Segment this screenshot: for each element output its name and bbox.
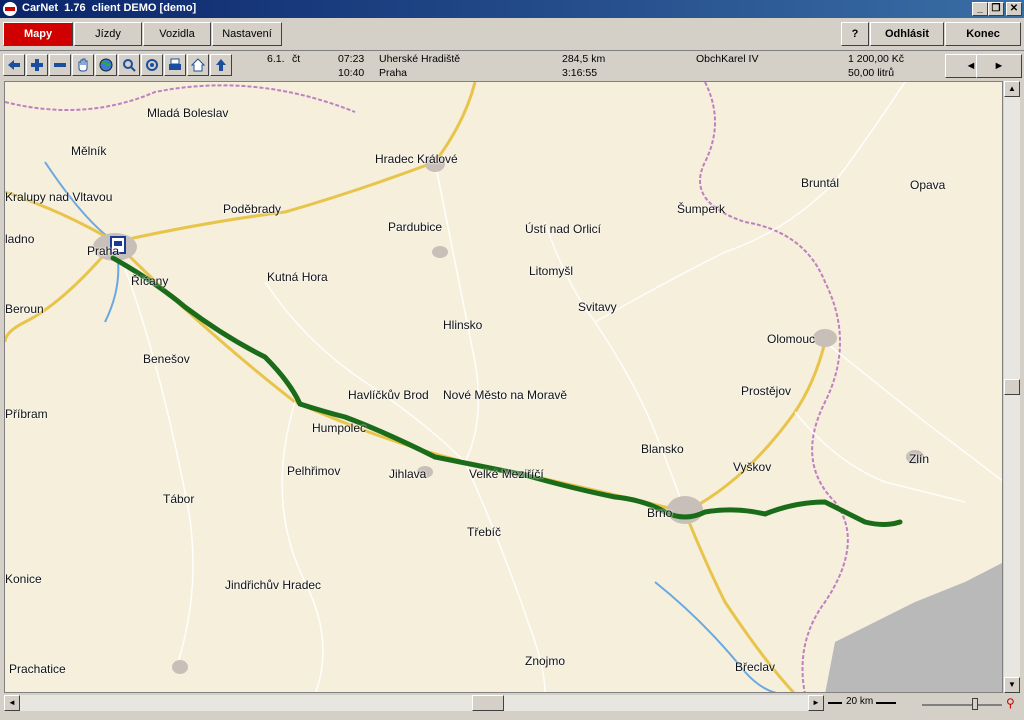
city-label: Praha [87, 244, 120, 258]
scale-line [828, 702, 842, 704]
magnifier-icon[interactable] [118, 54, 140, 76]
next-trip-button[interactable]: ► [976, 54, 1022, 78]
city-label: Kralupy nad Vltavou [5, 190, 113, 204]
trip-to: Praha [379, 67, 408, 79]
city-label: Zlín [909, 452, 930, 466]
logout-button[interactable]: Odhlásit [870, 22, 944, 46]
tab-nastaveni[interactable]: Nastavení [212, 22, 282, 46]
tab-jizdy[interactable]: Jízdy [74, 22, 142, 46]
zoom-slider-track[interactable] [922, 704, 1002, 706]
city-label: Šumperk [677, 202, 726, 216]
title-bar: CarNet 1.76 client DEMO [demo] _ ❐ ✕ [0, 0, 1024, 18]
hand-icon[interactable] [72, 54, 94, 76]
city-label: Opava [910, 178, 946, 192]
city-label: Říčany [131, 274, 169, 288]
zoom-in-icon[interactable] [26, 54, 48, 76]
city-label: Břeclav [735, 660, 776, 674]
map-view[interactable]: Mladá Boleslav Mělník Hradec Králové Kra… [4, 81, 1003, 693]
city-label: Ústí nad Orlicí [525, 222, 602, 236]
home-icon[interactable] [187, 54, 209, 76]
globe-icon[interactable] [95, 54, 117, 76]
arrow-up-icon[interactable] [210, 54, 232, 76]
city-label: Pelhřimov [287, 464, 341, 478]
city-label: Konice [5, 572, 42, 586]
target-icon[interactable] [141, 54, 163, 76]
city-label: Nové Město na Moravě [443, 388, 568, 402]
window-title: CarNet 1.76 client DEMO [demo] [22, 2, 197, 14]
city-label: Benešov [143, 352, 190, 366]
help-button[interactable]: ? [841, 22, 869, 46]
vertical-scroll-thumb[interactable] [1004, 379, 1020, 395]
city-label: Litomyšl [529, 264, 574, 278]
city-label: Poděbrady [223, 202, 282, 216]
city-label: Mladá Boleslav [147, 106, 229, 120]
horizontal-scrollbar[interactable]: ◄ ► [4, 695, 824, 711]
maximize-button[interactable]: ❐ [988, 2, 1004, 16]
city-label: Beroun [5, 302, 44, 316]
close-button[interactable]: ✕ [1006, 2, 1022, 16]
trip-duration: 3:16:55 [562, 67, 598, 79]
trip-time-start: 07:23 [338, 53, 365, 65]
city-label: Velké Meziříčí [469, 467, 544, 481]
city-areas [93, 156, 924, 674]
horizontal-scroll-thumb[interactable] [472, 695, 504, 711]
city-label: Třebíč [467, 525, 502, 539]
tab-bar: Mapy Jízdy Vozidla Nastavení ? Odhlásit … [0, 19, 1024, 49]
city-label: Olomouc [767, 332, 816, 346]
toolbar: 6.1. čt 07:23 10:40 Uherské Hradiště Pra… [0, 50, 1024, 81]
scroll-left-icon[interactable]: ◄ [4, 695, 20, 711]
city-label: Humpolec [312, 421, 367, 435]
scroll-up-icon[interactable]: ▲ [1004, 81, 1020, 97]
city-label: Tábor [163, 492, 195, 506]
trip-date: 6.1. [267, 53, 285, 65]
city-label: Jindřichův Hradec [225, 578, 322, 592]
minimize-button[interactable]: _ [972, 2, 988, 16]
foreign-territory [825, 563, 1002, 692]
city-label: Blansko [641, 442, 684, 456]
zoom-out-icon[interactable] [49, 54, 71, 76]
exit-button[interactable]: Konec [945, 22, 1021, 46]
trip-distance: 284,5 km [562, 53, 606, 65]
scroll-right-icon[interactable]: ► [808, 695, 824, 711]
scale-line [876, 702, 896, 704]
city-label: Prachatice [9, 662, 66, 676]
scroll-down-icon[interactable]: ▼ [1004, 677, 1020, 693]
tab-vozidla[interactable]: Vozidla [143, 22, 211, 46]
river [654, 581, 777, 692]
city-label: Svitavy [578, 300, 617, 314]
city-label: Havlíčkův Brod [348, 388, 429, 402]
magnifier-icon[interactable]: ⚲ [1006, 696, 1015, 710]
city-label: Znojmo [525, 654, 566, 668]
vertical-scrollbar[interactable]: ▲ ▼ [1004, 81, 1020, 693]
city-label: Příbram [5, 407, 48, 421]
trip-day: čt [292, 53, 301, 65]
city-label: Prostějov [741, 384, 792, 398]
city-label: Bruntál [801, 176, 840, 190]
print-icon[interactable] [164, 54, 186, 76]
city-label: Jihlava [389, 467, 427, 481]
city-label: Pardubice [388, 220, 443, 234]
trip-time-end: 10:40 [338, 67, 365, 79]
city-label: ladno [5, 232, 35, 246]
city-label: Hradec Králové [375, 152, 458, 166]
arrow-left-icon[interactable] [3, 54, 25, 76]
tab-mapy[interactable]: Mapy [3, 22, 73, 46]
city-label: Hlinsko [443, 318, 483, 332]
trip-fuel: 50,00 litrů [848, 67, 895, 79]
zoom-slider-handle[interactable] [972, 698, 978, 710]
scale-bar: 20 km ⚲ [826, 695, 1024, 711]
road [684, 341, 827, 514]
city-label: Brno [647, 506, 673, 520]
trip-driver: ObchKarel IV [696, 53, 759, 65]
trip-cost: 1 200,00 Kč [848, 53, 905, 65]
scale-label: 20 km [846, 696, 874, 707]
trip-from: Uherské Hradiště [379, 53, 461, 65]
city-label: Mělník [71, 144, 107, 158]
city-label: Kutná Hora [267, 270, 328, 284]
app-icon [3, 2, 17, 16]
city-label: Vyškov [733, 460, 772, 474]
